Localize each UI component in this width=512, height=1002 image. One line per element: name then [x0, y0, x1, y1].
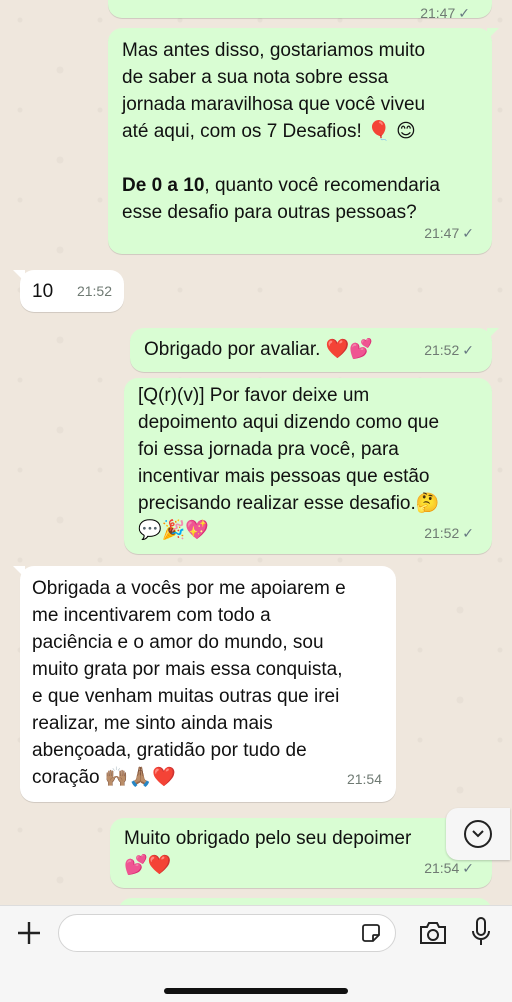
plus-icon[interactable] [16, 920, 42, 946]
home-indicator [164, 988, 348, 994]
read-check-icon: ✓ [462, 225, 474, 241]
message-time: 21:47 ✓ [420, 5, 470, 21]
message-line: e que venham muitas outras que irei [32, 686, 340, 707]
message-text: Obrigado por avaliar. ❤️💕 [144, 339, 373, 360]
message-bubble-partial[interactable] [118, 898, 492, 905]
message-bubble-partial[interactable]: 21:47 ✓ [108, 0, 492, 21]
message-line: Mas antes disso, gostariamos muito [122, 40, 426, 61]
message-bubble-incoming[interactable]: 10 21:52 [13, 270, 124, 312]
message-line: De 0 a 10, quanto você recomendaria [122, 175, 440, 196]
message-time: 21:52 ✓ [424, 525, 474, 541]
message-line: precisando realizar esse desafio.🤔 [138, 493, 440, 514]
message-line: [Q(r)(v)] Por favor deixe um [138, 385, 370, 406]
message-line: jornada maravilhosa que você viveu [122, 94, 426, 115]
bold-text: De 0 a 10 [122, 175, 205, 196]
composer-bar [0, 905, 512, 1002]
message-line: até aqui, com os 7 Desafios! 🎈 😊 [122, 121, 416, 142]
message-bubble-outgoing[interactable]: Muito obrigado pelo seu depoimer 💕❤️ 21:… [110, 818, 492, 888]
message-line: muito grata por mais essa conquista, [32, 659, 343, 680]
message-line: paciência e o amor do mundo, sou [32, 632, 324, 653]
scroll-to-bottom-button[interactable] [446, 808, 510, 860]
read-check-icon: ✓ [462, 525, 474, 541]
message-text: 10 [32, 281, 54, 302]
read-check-icon: ✓ [458, 5, 470, 21]
message-line: realizar, me sinto ainda mais [32, 713, 273, 734]
message-line: foi essa jornada pra você, para [138, 439, 399, 460]
message-bubble-incoming[interactable]: Obrigada a vocês por me apoiarem e me in… [13, 566, 396, 802]
message-time: 21:52 ✓ [424, 342, 474, 358]
read-check-icon: ✓ [462, 342, 474, 358]
chat-area: 21:47 ✓ Mas antes disso, gostariamos muit… [0, 0, 512, 905]
message-line: depoimento aqui dizendo como que [138, 412, 440, 433]
message-time: 21:54 [346, 771, 382, 787]
camera-icon[interactable] [418, 920, 448, 946]
message-line: Obrigada a vocês por me apoiarem e [32, 578, 346, 599]
message-line: Muito obrigado pelo seu depoimer [124, 828, 412, 849]
read-check-icon: ✓ [462, 860, 474, 876]
message-bubble-outgoing[interactable]: [Q(r)(v)] Por favor deixe um depoimento … [124, 378, 492, 554]
scroll-down-icon [464, 820, 492, 848]
message-line: me incentivarem com todo a [32, 605, 271, 626]
message-line: abençoada, gratidão por tudo de [32, 740, 307, 761]
message-line: incentivar mais pessoas que estão [138, 466, 430, 487]
message-time: 21:47 ✓ [424, 225, 474, 241]
message-bubble-outgoing[interactable]: Mas antes disso, gostariamos muito de sa… [108, 28, 499, 254]
message-line: de saber a sua nota sobre essa [122, 67, 389, 88]
message-line: coração 🙌🏽🙏🏽❤️ [32, 767, 176, 788]
message-time: 21:52 [76, 283, 112, 299]
message-bubble-outgoing[interactable]: Obrigado por avaliar. ❤️💕 21:52 ✓ [130, 328, 499, 372]
message-input[interactable] [58, 914, 396, 952]
sticker-icon[interactable] [361, 923, 381, 943]
microphone-icon[interactable] [470, 916, 492, 948]
